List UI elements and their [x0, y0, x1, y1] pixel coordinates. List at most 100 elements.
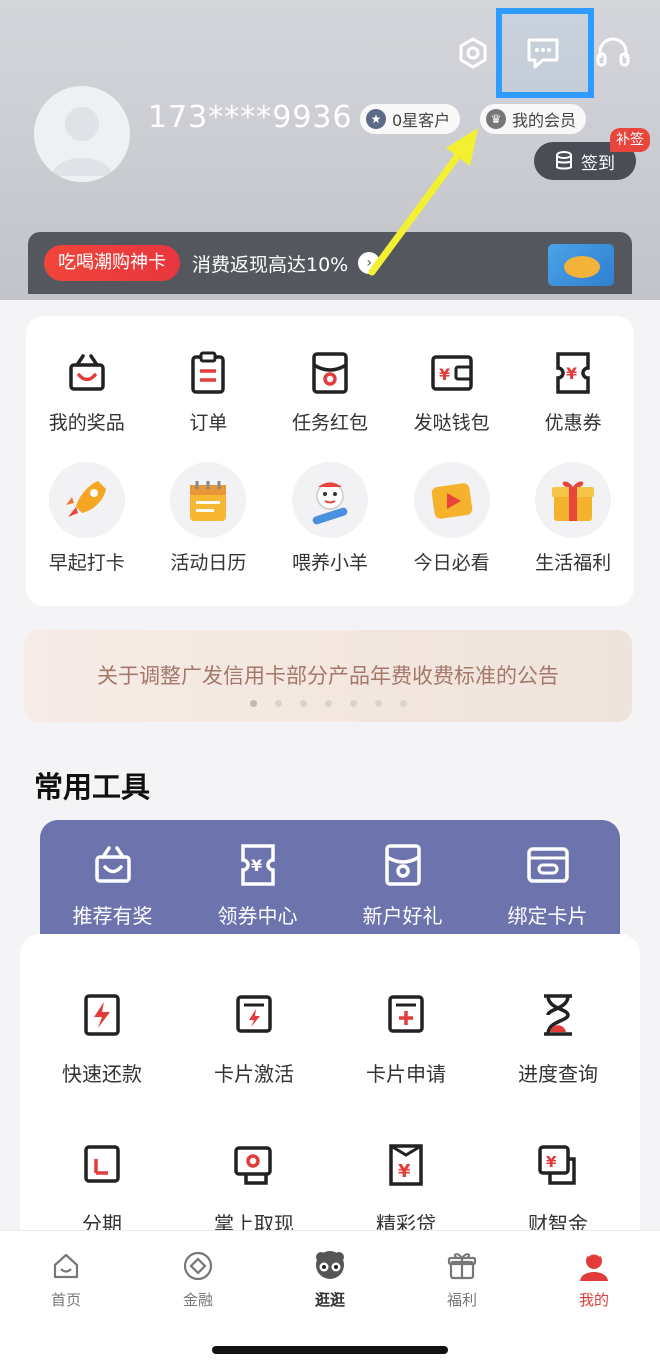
notice-text: 关于调整广发信用卡部分产品年费收费标准的公告	[97, 664, 559, 688]
shortcut-video[interactable]: 今日必看	[391, 462, 513, 575]
shortcut-label: 任务红包	[291, 412, 368, 434]
tab-gift-tab[interactable]: 福利	[396, 1247, 528, 1310]
tools-feature-band: 推荐有奖 ¥ 领券中心 新户好礼 绑定卡片	[40, 820, 620, 950]
carousel-dot[interactable]	[399, 700, 407, 707]
shortcut-label: 订单	[189, 412, 228, 434]
wallet-icon: ¥	[427, 348, 477, 398]
coupon-icon: ¥	[233, 840, 283, 890]
member-badge[interactable]: ♛ 我的会员	[480, 104, 587, 134]
shortcut-label: 活动日历	[170, 552, 247, 574]
shortcut-label: 我的奖品	[48, 412, 125, 434]
tab-home[interactable]: 首页	[0, 1247, 132, 1310]
shortcut-finance[interactable]: ¥ 财智金	[482, 1140, 634, 1237]
tab-finance-tab[interactable]: 金融	[132, 1247, 264, 1310]
buqian-tag: 补签	[610, 128, 650, 152]
headset-icon[interactable]	[590, 30, 636, 76]
fast-repay-icon	[77, 990, 127, 1040]
home-indicator	[212, 1346, 448, 1354]
shortcut-red-envelope[interactable]: 任务红包	[269, 348, 391, 435]
avatar[interactable]	[34, 86, 130, 182]
carousel-dot[interactable]	[299, 700, 307, 707]
shortcut-clipboard[interactable]: 订单	[148, 348, 270, 435]
star-icon: ★	[366, 109, 386, 129]
shortcut-label: 今日必看	[413, 552, 490, 574]
clipboard-icon	[183, 348, 233, 398]
shortcut-coupon[interactable]: ¥ 领券中心	[185, 820, 330, 950]
shortcut-red-envelope[interactable]: 新户好礼	[330, 820, 475, 950]
tools-card: 快速还款 卡片激活 卡片申请 进度查询 分期 掌上取现 ¥ 精彩贷 ¥ 财智金	[20, 934, 640, 1237]
svg-text:¥: ¥	[546, 1153, 557, 1171]
hourglass-icon	[533, 990, 583, 1040]
tab-label: 金融	[182, 1291, 213, 1309]
shortcut-rocket[interactable]: 早起打卡	[26, 462, 148, 575]
video-icon	[413, 462, 490, 538]
gift-box-icon	[88, 840, 138, 890]
red-envelope-icon	[378, 840, 428, 890]
calendar-icon	[170, 462, 247, 538]
svg-text:¥: ¥	[566, 364, 577, 383]
shortcut-coupon[interactable]: ¥ 优惠券	[512, 348, 634, 435]
quick-access-card: 我的奖品 订单 任务红包 ¥ 发哒钱包 ¥ 优惠券 早起打卡 活动日历 喂养小羊 今日必看 生活福利	[26, 316, 634, 606]
shortcut-hourglass[interactable]: 进度查询	[482, 990, 634, 1087]
carousel-dot[interactable]	[324, 700, 332, 707]
cash-withdraw-icon	[229, 1140, 279, 1190]
shortcut-card-apply[interactable]: 卡片申请	[330, 990, 482, 1087]
shortcut-card-link[interactable]: 绑定卡片	[475, 820, 620, 950]
shortcut-cash-withdraw[interactable]: 掌上取现	[178, 1140, 330, 1237]
tab-profile[interactable]: 我的	[528, 1247, 660, 1310]
promo-text: 消费返现高达10%	[192, 253, 349, 276]
shortcut-wallet[interactable]: ¥ 发哒钱包	[391, 348, 513, 435]
promo-tag: 吃喝潮购神卡	[44, 245, 180, 281]
shortcut-label: 领券中心	[217, 904, 298, 928]
carousel-dot[interactable]	[349, 700, 357, 707]
shortcut-label: 推荐有奖	[72, 904, 153, 928]
svg-text:¥: ¥	[251, 856, 262, 875]
notice-banner[interactable]: 关于调整广发信用卡部分产品年费收费标准的公告	[24, 630, 632, 722]
shortcut-label: 卡片申请	[366, 1062, 446, 1086]
finance-tab-icon	[182, 1247, 214, 1285]
carousel-dot[interactable]	[249, 700, 257, 707]
member-badge-label: 我的会员	[512, 111, 577, 130]
shortcut-installment[interactable]: 分期	[26, 1140, 178, 1237]
shortcut-card-activate[interactable]: 卡片激活	[178, 990, 330, 1087]
shortcut-label: 喂养小羊	[291, 552, 368, 574]
shortcut-present[interactable]: 生活福利	[512, 462, 634, 575]
shortcut-sheep[interactable]: 喂养小羊	[269, 462, 391, 575]
carousel-dots	[24, 700, 632, 707]
shortcut-label: 卡片激活	[214, 1062, 294, 1086]
member-icon: ♛	[486, 109, 506, 129]
carousel-dot[interactable]	[274, 700, 282, 707]
tab-stroll[interactable]: 逛逛	[264, 1247, 396, 1310]
message-icon[interactable]	[520, 30, 566, 76]
shortcut-label: 新户好礼	[362, 904, 443, 928]
finance-icon: ¥	[533, 1140, 583, 1190]
shortcut-gift-box[interactable]: 推荐有奖	[40, 820, 185, 950]
level-badge[interactable]: ★ 0星客户	[360, 104, 461, 134]
credit-card-image	[548, 244, 614, 286]
rocket-icon	[48, 462, 125, 538]
shortcut-fast-repay[interactable]: 快速还款	[26, 990, 178, 1087]
shortcut-label: 早起打卡	[48, 552, 125, 574]
svg-text:¥: ¥	[398, 1161, 411, 1182]
settings-icon[interactable]	[450, 30, 496, 76]
card-activate-icon	[229, 990, 279, 1040]
gift-tab-icon	[446, 1247, 478, 1285]
shortcut-calendar[interactable]: 活动日历	[148, 462, 270, 575]
shortcut-gift-box[interactable]: 我的奖品	[26, 348, 148, 435]
shortcut-label: 发哒钱包	[413, 412, 490, 434]
profile-icon	[577, 1247, 611, 1285]
carousel-dot[interactable]	[374, 700, 382, 707]
home-icon	[51, 1247, 81, 1285]
loan-icon: ¥	[381, 1140, 431, 1190]
svg-text:¥: ¥	[439, 365, 450, 384]
gift-box-icon	[62, 348, 112, 398]
tools-title: 常用工具	[34, 770, 151, 804]
shortcut-loan[interactable]: ¥ 精彩贷	[330, 1140, 482, 1237]
shortcut-label: 生活福利	[535, 552, 612, 574]
profile-header: 173****9936 ★ 0星客户 ♛ 我的会员 签到 补签 吃喝潮购神卡 消…	[0, 0, 660, 300]
tab-label: 福利	[446, 1291, 477, 1309]
signin-label: 签到	[581, 153, 615, 174]
shortcut-label: 绑定卡片	[507, 904, 588, 928]
chevron-right-icon: ›	[358, 252, 381, 274]
promo-banner[interactable]: 吃喝潮购神卡 消费返现高达10% ›	[28, 232, 632, 294]
